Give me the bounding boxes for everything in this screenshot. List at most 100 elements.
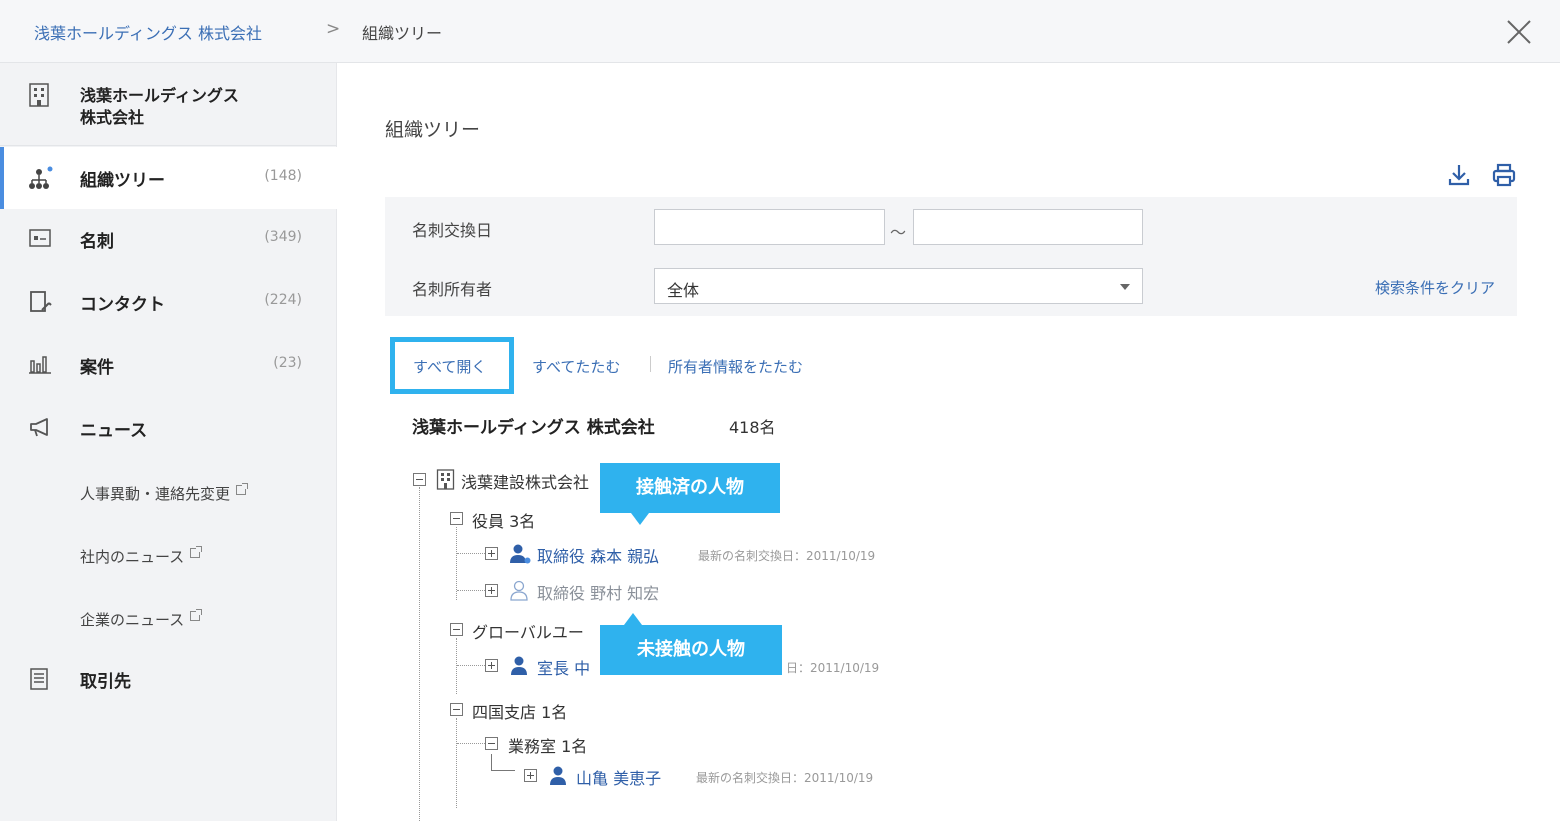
building-icon bbox=[29, 83, 49, 107]
collapse-toggle[interactable] bbox=[450, 623, 463, 636]
sidebar-subitem-company-news[interactable]: 企業のニュース bbox=[80, 609, 203, 630]
tree-connector bbox=[419, 487, 420, 821]
tree-root-count: 418名 bbox=[729, 418, 776, 437]
tooltip-text: 未接触の人物 bbox=[637, 639, 745, 660]
tree-person-last-exchange: 最新の名刺交換日：2011/10/19 bbox=[696, 771, 874, 785]
subitem-label: 企業のニュース bbox=[80, 611, 185, 629]
filter-panel: 名刺交換日 〜 名刺所有者 全体 検索条件をクリア bbox=[385, 197, 1517, 316]
sidebar-item-label: 案件 bbox=[80, 358, 114, 378]
card-owner-label: 名刺所有者 bbox=[412, 280, 493, 299]
tree-subsidiary-name: 浅葉建設株式会社 bbox=[461, 473, 590, 492]
tree-connector bbox=[457, 743, 485, 744]
tree-person-link[interactable]: 取締役 野村 知宏 bbox=[537, 580, 659, 604]
contacted-person-icon bbox=[511, 656, 527, 675]
sidebar-item-count: (23) bbox=[273, 355, 302, 371]
sidebar-item-label: 取引先 bbox=[80, 672, 131, 692]
sidebar-item-partners[interactable]: 取引先 bbox=[0, 648, 337, 710]
tree-dept-shikoku: 四国支店 1名 bbox=[472, 703, 568, 722]
tree-person-link[interactable]: 室長 中 bbox=[537, 655, 590, 679]
tree-connector bbox=[457, 665, 485, 666]
tooltip-arrow bbox=[624, 613, 642, 625]
megaphone-icon bbox=[30, 418, 48, 437]
download-icon[interactable] bbox=[1447, 162, 1471, 188]
collapse-toggle[interactable] bbox=[485, 737, 498, 750]
business-card-icon bbox=[29, 229, 51, 247]
tooltip-uncontacted-person: 未接触の人物 bbox=[600, 613, 782, 675]
tree-connector bbox=[457, 553, 485, 554]
sidebar-item-contacts[interactable]: コンタクト (224) bbox=[0, 271, 337, 333]
print-icon[interactable] bbox=[1491, 162, 1517, 188]
sidebar-item-label: 組織ツリー bbox=[80, 171, 165, 191]
contacted-person-icon bbox=[510, 544, 531, 564]
card-owner-select[interactable]: 全体 bbox=[654, 268, 1143, 304]
sidebar-subitem-hr-changes[interactable]: 人事異動・連絡先変更 bbox=[80, 483, 249, 504]
sidebar-item-deals[interactable]: 案件 (23) bbox=[0, 334, 337, 396]
tree-dept-gyomu: 業務室 1名 bbox=[508, 737, 588, 756]
sidebar: 浅葉ホールディングス 株式会社 組織ツリー (148) 名刺 (349) コンタ… bbox=[0, 63, 337, 821]
sidebar-item-count: (349) bbox=[264, 229, 302, 245]
external-link-icon bbox=[236, 483, 249, 495]
date-range-tilde: 〜 bbox=[890, 223, 907, 242]
collapse-all-link[interactable]: すべてたたむ bbox=[532, 356, 620, 377]
external-link-icon bbox=[190, 546, 203, 558]
top-bar: 浅葉ホールディングス 株式会社 > 組織ツリー bbox=[0, 0, 1560, 63]
subitem-label: 社内のニュース bbox=[80, 548, 185, 566]
collapse-toggle[interactable] bbox=[450, 512, 463, 525]
tree-dept-officers: 役員 3名 bbox=[472, 512, 536, 531]
bar-chart-icon bbox=[29, 356, 51, 374]
ledger-icon bbox=[30, 668, 48, 690]
company-name: 浅葉ホールディングス 株式会社 bbox=[80, 85, 300, 129]
uncontacted-person-icon bbox=[510, 580, 528, 601]
sidebar-item-label: 名刺 bbox=[80, 232, 114, 252]
tree-connector bbox=[456, 718, 457, 808]
collapse-owner-info-link[interactable]: 所有者情報をたたむ bbox=[668, 356, 803, 377]
building-icon bbox=[436, 469, 455, 490]
sidebar-subitem-internal-news[interactable]: 社内のニュース bbox=[80, 546, 203, 567]
breadcrumb-company-link[interactable]: 浅葉ホールディングス 株式会社 bbox=[34, 20, 262, 44]
collapse-toggle[interactable] bbox=[413, 473, 426, 486]
contact-icon bbox=[30, 291, 52, 312]
collapse-toggle[interactable] bbox=[450, 703, 463, 716]
external-link-icon bbox=[190, 609, 203, 621]
exchange-date-to-input[interactable] bbox=[913, 209, 1143, 245]
sidebar-item-business-cards[interactable]: 名刺 (349) bbox=[0, 208, 337, 270]
sidebar-item-org-tree[interactable]: 組織ツリー (148) bbox=[0, 147, 337, 209]
expand-toggle[interactable] bbox=[524, 769, 537, 782]
page-title: 組織ツリー bbox=[385, 119, 481, 141]
tree-person-last-exchange: 日：2011/10/19 bbox=[786, 661, 880, 675]
breadcrumb-separator: > bbox=[326, 19, 341, 39]
exchange-date-label: 名刺交換日 bbox=[412, 221, 493, 240]
tree-person-link[interactable]: 山亀 美恵子 bbox=[576, 765, 661, 789]
sidebar-item-label: ニュース bbox=[80, 421, 148, 441]
tree-connector bbox=[456, 638, 457, 694]
tooltip-text: 接触済の人物 bbox=[636, 477, 744, 498]
card-owner-value: 全体 bbox=[667, 281, 700, 300]
exchange-date-from-input[interactable] bbox=[654, 209, 885, 245]
clear-filters-link[interactable]: 検索条件をクリア bbox=[1375, 277, 1495, 298]
tree-dept-global: グローバルユー bbox=[472, 623, 584, 642]
sidebar-company[interactable]: 浅葉ホールディングス 株式会社 bbox=[0, 63, 337, 146]
tree-person-last-exchange: 最新の名刺交換日：2011/10/19 bbox=[698, 549, 876, 563]
company-name-line2: 株式会社 bbox=[80, 108, 145, 127]
tooltip-arrow bbox=[631, 513, 649, 525]
org-tree-icon bbox=[29, 166, 53, 189]
expand-toggle[interactable] bbox=[485, 659, 498, 672]
sidebar-item-count: (148) bbox=[264, 168, 302, 184]
contacted-person-icon bbox=[550, 766, 566, 785]
sidebar-item-news[interactable]: ニュース bbox=[0, 397, 337, 459]
sidebar-item-label: コンタクト bbox=[80, 295, 165, 315]
sidebar-item-count: (224) bbox=[264, 292, 302, 308]
expand-toggle[interactable] bbox=[485, 547, 498, 560]
tooltip-contacted-person: 接触済の人物 bbox=[600, 463, 780, 525]
tree-root-name: 浅葉ホールディングス 株式会社 bbox=[412, 418, 655, 438]
tree-connector bbox=[457, 590, 485, 591]
expand-all-highlight bbox=[390, 337, 514, 394]
chevron-down-icon bbox=[1120, 284, 1130, 290]
expand-toggle[interactable] bbox=[485, 584, 498, 597]
subitem-label: 人事異動・連絡先変更 bbox=[80, 485, 231, 503]
company-name-line1: 浅葉ホールディングス bbox=[80, 86, 239, 105]
tree-person-link[interactable]: 取締役 森本 親弘 bbox=[537, 543, 659, 567]
action-divider bbox=[650, 356, 651, 372]
close-icon[interactable] bbox=[1502, 15, 1536, 49]
breadcrumb-current: 組織ツリー bbox=[362, 24, 443, 43]
